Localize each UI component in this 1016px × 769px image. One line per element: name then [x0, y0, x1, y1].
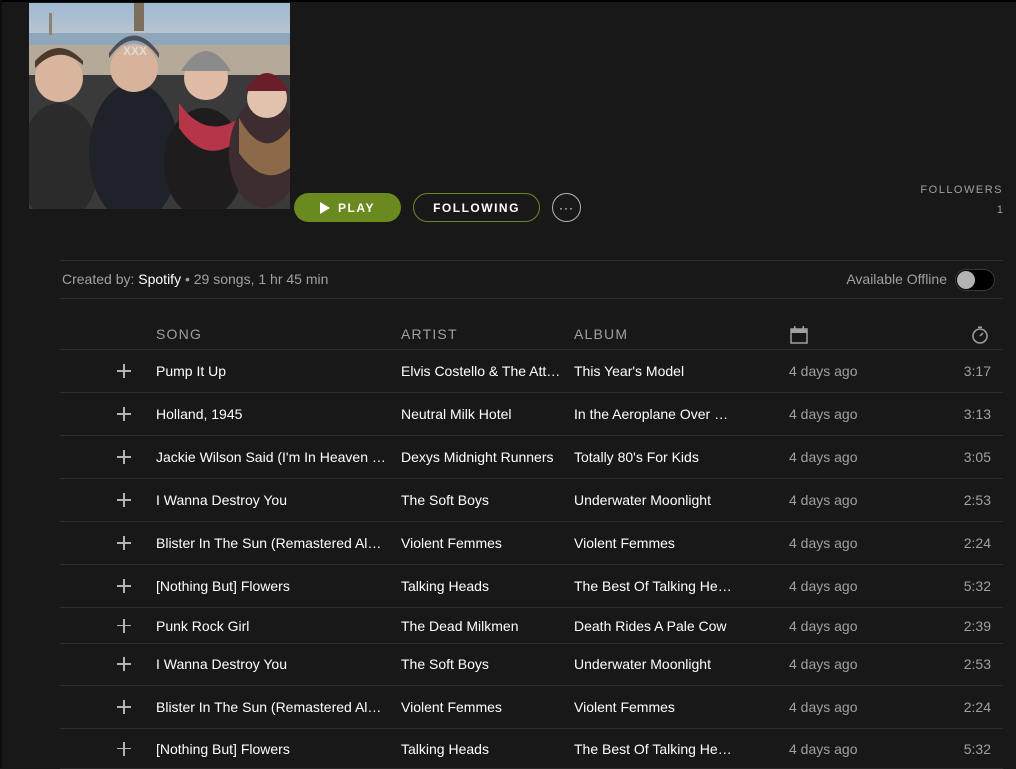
add-to-library-plus-icon[interactable] [116, 449, 132, 465]
track-title[interactable]: [Nothing But] Flowers [156, 578, 386, 594]
add-to-library-plus-icon[interactable] [116, 741, 132, 757]
track-album[interactable]: Underwater Moonlight [574, 656, 736, 672]
ellipsis-icon: ··· [559, 200, 574, 215]
track-added-date: 4 days ago [789, 578, 858, 594]
playlist-summary: • 29 songs, 1 hr 45 min [181, 271, 329, 287]
column-header-song[interactable]: SONG [156, 326, 202, 342]
table-row[interactable]: Punk Rock Girl The Dead Milkmen Death Ride… [60, 608, 1003, 644]
divider [60, 260, 1003, 261]
table-row[interactable]: Jackie Wilson Said (I'm In Heaven … Dexys… [60, 436, 1003, 479]
table-row[interactable]: [Nothing But] Flowers Talking Heads The Be… [60, 729, 1003, 769]
track-added-date: 4 days ago [789, 492, 858, 508]
track-title[interactable]: Blister In The Sun (Remastered Al… [156, 699, 386, 715]
window-top-edge [0, 0, 1016, 2]
table-row[interactable]: Pump It Up Elvis Costello & The Att… This … [60, 350, 1003, 393]
stopwatch-icon[interactable] [970, 325, 990, 350]
track-added-date: 4 days ago [789, 699, 858, 715]
track-artist[interactable]: Violent Femmes [401, 699, 561, 715]
track-artist[interactable]: Talking Heads [401, 741, 561, 757]
track-artist[interactable]: Talking Heads [401, 578, 561, 594]
column-header-album[interactable]: ALBUM [574, 326, 628, 342]
track-added-date: 4 days ago [789, 740, 858, 757]
playlist-owner-link[interactable]: Spotify [138, 271, 181, 287]
created-by-label: Created by: [62, 271, 135, 287]
track-title[interactable]: Holland, 1945 [156, 406, 386, 422]
svg-text:XXX: XXX [123, 44, 147, 58]
track-artist[interactable]: Neutral Milk Hotel [401, 406, 561, 422]
track-title[interactable]: I Wanna Destroy You [156, 656, 386, 672]
track-duration: 3:13 [963, 406, 991, 422]
track-added-date: 4 days ago [789, 656, 858, 672]
playlist-meta: Created by: Spotify • 29 songs, 1 hr 45 … [62, 271, 328, 287]
track-duration: 2:39 [963, 617, 991, 634]
toggle-knob [957, 271, 975, 289]
track-duration: 3:17 [963, 363, 991, 379]
add-to-library-plus-icon[interactable] [116, 699, 132, 715]
table-row[interactable]: I Wanna Destroy You The Soft Boys Underwat… [60, 643, 1003, 686]
track-album[interactable]: The Best Of Talking He… [574, 741, 736, 757]
add-to-library-plus-icon[interactable] [116, 535, 132, 551]
track-title[interactable]: Pump It Up [156, 363, 386, 379]
track-added-date: 4 days ago [789, 406, 858, 422]
track-artist[interactable]: The Dead Milkmen [401, 618, 561, 634]
track-album[interactable]: The Best Of Talking He… [574, 578, 736, 594]
add-to-library-plus-icon[interactable] [116, 656, 132, 672]
add-to-library-plus-icon[interactable] [116, 578, 132, 594]
track-artist[interactable]: Dexys Midnight Runners [401, 449, 561, 465]
track-artist[interactable]: The Soft Boys [401, 492, 561, 508]
track-added-date: 4 days ago [789, 363, 858, 379]
table-row[interactable]: Blister In The Sun (Remastered Al… Violen… [60, 522, 1003, 565]
play-button-label: PLAY [338, 200, 375, 215]
track-duration: 2:53 [963, 492, 991, 508]
track-title[interactable]: I Wanna Destroy You [156, 492, 386, 508]
following-button[interactable]: FOLLOWING [413, 193, 540, 222]
table-row[interactable]: [Nothing But] Flowers Talking Heads The Be… [60, 565, 1003, 608]
track-title[interactable]: Punk Rock Girl [156, 618, 386, 634]
track-duration: 3:05 [963, 449, 991, 465]
track-added-date: 4 days ago [789, 449, 858, 465]
track-added-date: 4 days ago [789, 535, 858, 551]
add-to-library-plus-icon[interactable] [116, 363, 132, 379]
more-options-button[interactable]: ··· [552, 193, 581, 222]
track-artist[interactable]: The Soft Boys [401, 656, 561, 672]
track-album[interactable]: Death Rides A Pale Cow [574, 618, 736, 634]
track-duration: 5:32 [963, 578, 991, 594]
column-header-artist[interactable]: ARTIST [401, 326, 458, 342]
available-offline-label: Available Offline [846, 271, 947, 287]
track-title[interactable]: [Nothing But] Flowers [156, 741, 386, 757]
track-album[interactable]: This Year's Model [574, 363, 736, 379]
track-album[interactable]: Violent Femmes [574, 535, 736, 551]
track-title[interactable]: Blister In The Sun (Remastered Al… [156, 535, 386, 551]
track-album[interactable]: Underwater Moonlight [574, 492, 736, 508]
calendar-icon[interactable] [789, 325, 809, 350]
track-added-date: 4 days ago [789, 617, 858, 634]
add-to-library-plus-icon[interactable] [116, 406, 132, 422]
table-row[interactable]: Holland, 1945 Neutral Milk Hotel In the Ae… [60, 393, 1003, 436]
add-to-library-plus-icon[interactable] [116, 618, 132, 634]
track-duration: 5:32 [963, 740, 991, 757]
track-title[interactable]: Jackie Wilson Said (I'm In Heaven … [156, 449, 386, 465]
play-icon [320, 201, 331, 214]
play-button[interactable]: PLAY [294, 193, 401, 222]
track-duration: 2:53 [963, 656, 991, 672]
followers-count: 1 [996, 204, 1003, 216]
following-button-label: FOLLOWING [433, 200, 520, 215]
track-album[interactable]: Violent Femmes [574, 699, 736, 715]
track-duration: 2:24 [963, 535, 991, 551]
window-left-edge [0, 0, 2, 768]
track-artist[interactable]: Elvis Costello & The Att… [401, 363, 561, 379]
add-to-library-plus-icon[interactable] [116, 492, 132, 508]
track-album[interactable]: Totally 80's For Kids [574, 449, 736, 465]
track-album[interactable]: In the Aeroplane Over … [574, 406, 736, 422]
track-duration: 2:24 [963, 699, 991, 715]
available-offline-toggle[interactable] [955, 269, 995, 291]
divider [60, 298, 1003, 299]
playlist-cover-image: XXX [29, 3, 290, 209]
table-row[interactable]: Blister In The Sun (Remastered Al… Violen… [60, 686, 1003, 729]
followers-label: FOLLOWERS [920, 184, 1003, 196]
table-row[interactable]: I Wanna Destroy You The Soft Boys Underwat… [60, 479, 1003, 522]
track-artist[interactable]: Violent Femmes [401, 535, 561, 551]
